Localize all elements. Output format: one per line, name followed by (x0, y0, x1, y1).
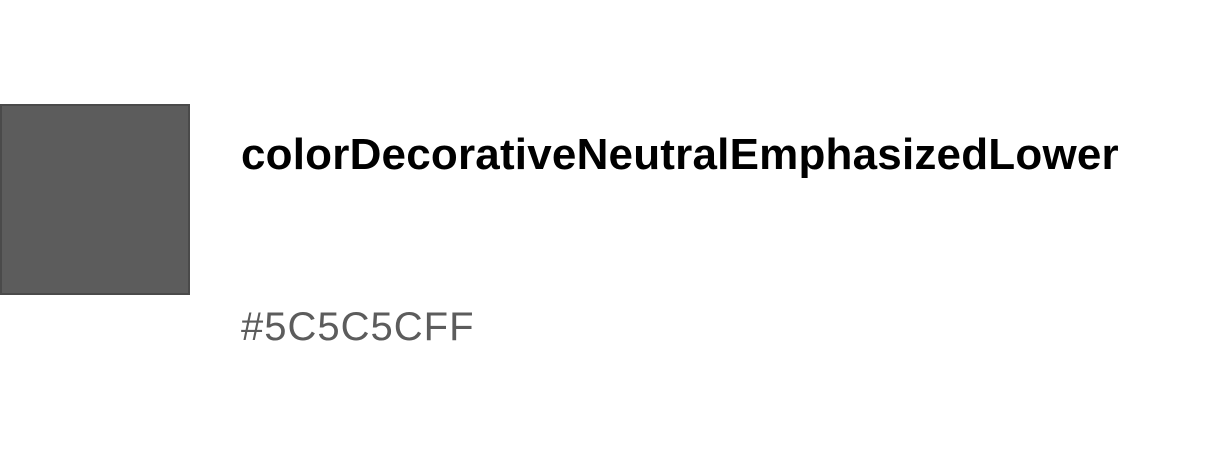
color-token-card: colorDecorativeNeutralEmphasizedLower #5… (0, 0, 1206, 466)
token-name: colorDecorativeNeutralEmphasizedLower (241, 130, 1119, 179)
token-value: #5C5C5CFF (241, 305, 475, 349)
color-swatch (0, 104, 190, 295)
